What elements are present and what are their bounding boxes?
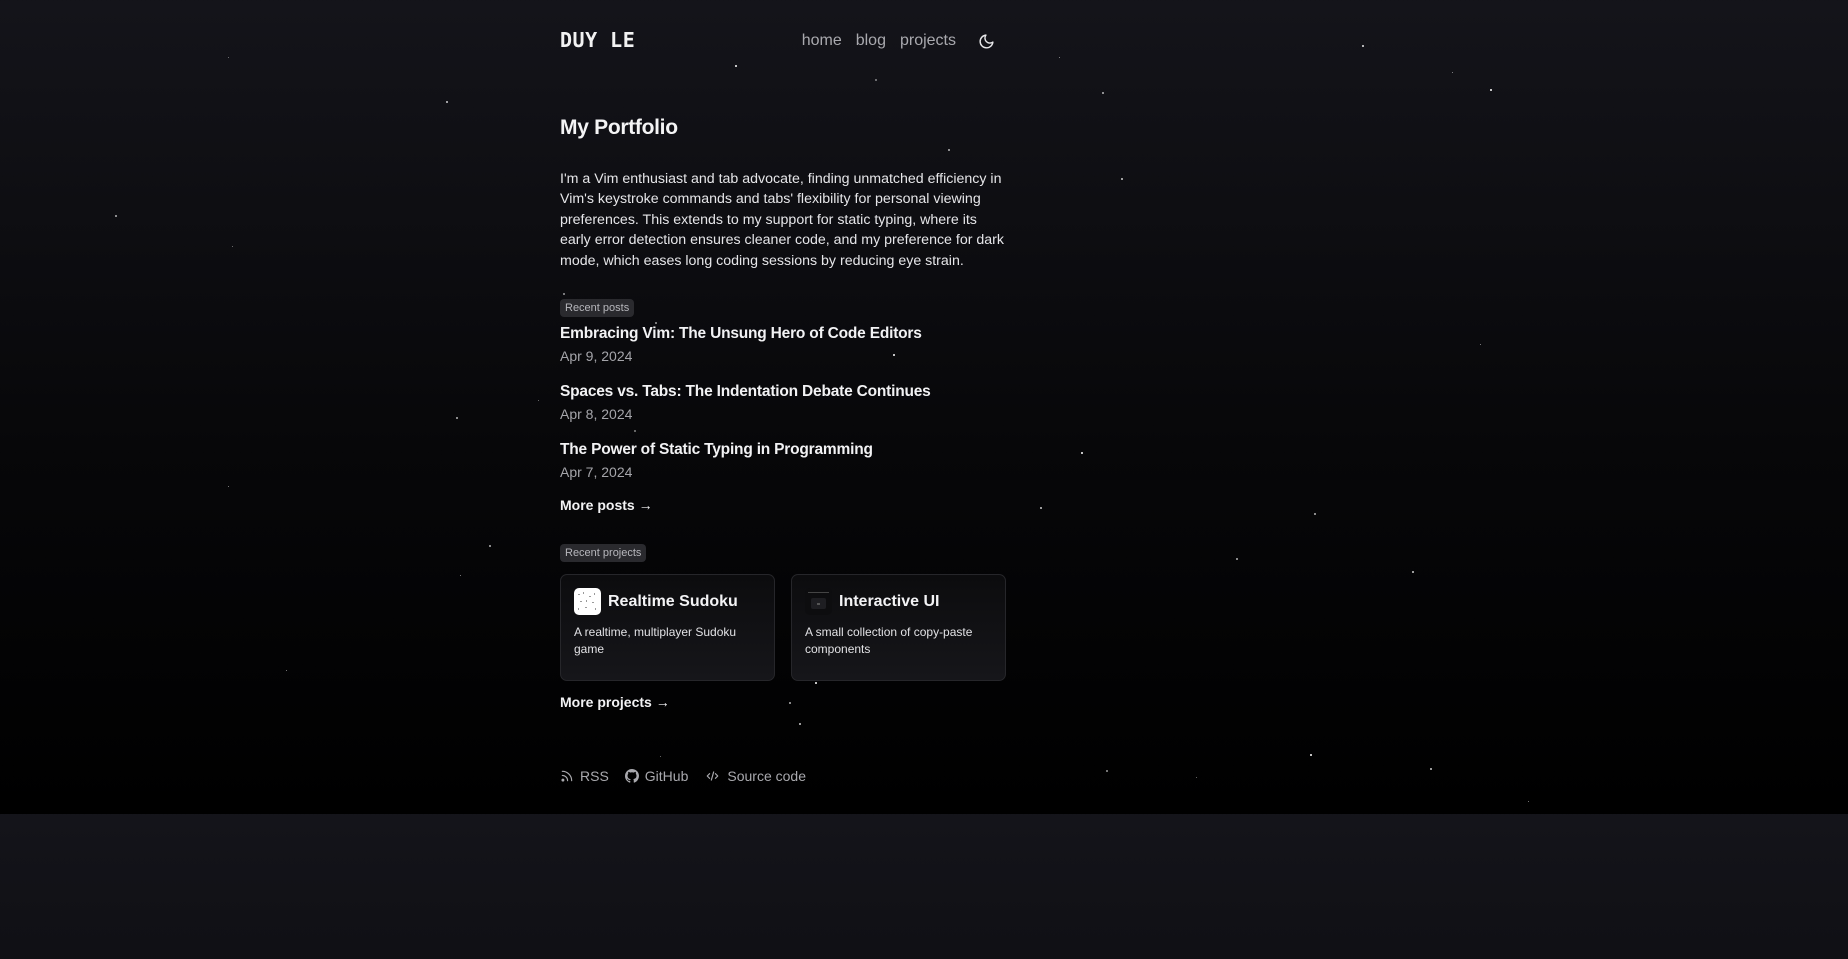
post-item: Embracing Vim: The Unsung Hero of Code E… — [560, 325, 1008, 364]
nav-home-link[interactable]: home — [802, 32, 842, 50]
project-description: A small collection of copy-paste compone… — [805, 625, 973, 656]
interactive-ui-app-icon — [805, 588, 832, 615]
post-date: Apr 8, 2024 — [560, 406, 633, 422]
intro-paragraph: I'm a Vim enthusiast and tab advocate, f… — [560, 171, 1004, 269]
more-projects-link[interactable]: More projects → — [560, 694, 670, 710]
site-header: DUY LE home blog projects — [560, 0, 1008, 82]
post-date: Apr 9, 2024 — [560, 348, 633, 364]
page-title: My Portfolio — [560, 116, 678, 139]
project-card-interactive-ui[interactable]: Interactive UI A small collection of cop… — [791, 574, 1006, 681]
post-title-link[interactable]: Spaces vs. Tabs: The Indentation Debate … — [560, 383, 1008, 401]
project-description: A realtime, multiplayer Sudoku game — [574, 625, 737, 656]
post-item: Spaces vs. Tabs: The Indentation Debate … — [560, 383, 1008, 422]
sudoku-app-icon — [574, 588, 601, 615]
source-code-link[interactable]: Source code — [704, 768, 806, 784]
project-card-realtime-sudoku[interactable]: Realtime Sudoku A realtime, multiplayer … — [560, 574, 775, 681]
main-nav: home blog projects — [802, 30, 1008, 52]
github-link[interactable]: GitHub — [624, 768, 689, 784]
post-item: The Power of Static Typing in Programmin… — [560, 441, 1008, 480]
moon-icon — [979, 33, 994, 48]
more-posts-link[interactable]: More posts → — [560, 497, 653, 513]
project-title: Interactive UI — [839, 592, 940, 610]
github-label: GitHub — [644, 768, 689, 784]
project-card-header: Realtime Sudoku — [574, 588, 761, 615]
nav-blog-link[interactable]: blog — [856, 32, 886, 50]
theme-toggle-button[interactable] — [974, 30, 998, 52]
recent-projects-label: Recent projects — [560, 544, 647, 562]
post-title-link[interactable]: The Power of Static Typing in Programmin… — [560, 441, 1008, 459]
code-icon — [707, 771, 719, 781]
rss-icon — [561, 770, 573, 782]
rss-label: RSS — [580, 768, 609, 784]
rss-link[interactable]: RSS — [560, 768, 609, 784]
nav-projects-link[interactable]: projects — [900, 32, 956, 50]
post-date: Apr 7, 2024 — [560, 464, 633, 480]
page-container: DUY LE home blog projects My Portfolio I… — [560, 0, 1008, 784]
project-card-header: Interactive UI — [805, 588, 992, 615]
recent-posts-label: Recent posts — [560, 299, 635, 317]
source-code-label: Source code — [727, 768, 806, 784]
site-logo[interactable]: DUY LE — [560, 28, 635, 52]
site-footer: RSS GitHub Source code — [560, 768, 806, 784]
project-title: Realtime Sudoku — [608, 592, 738, 610]
post-title-link[interactable]: Embracing Vim: The Unsung Hero of Code E… — [560, 325, 1008, 343]
github-icon — [624, 769, 639, 783]
